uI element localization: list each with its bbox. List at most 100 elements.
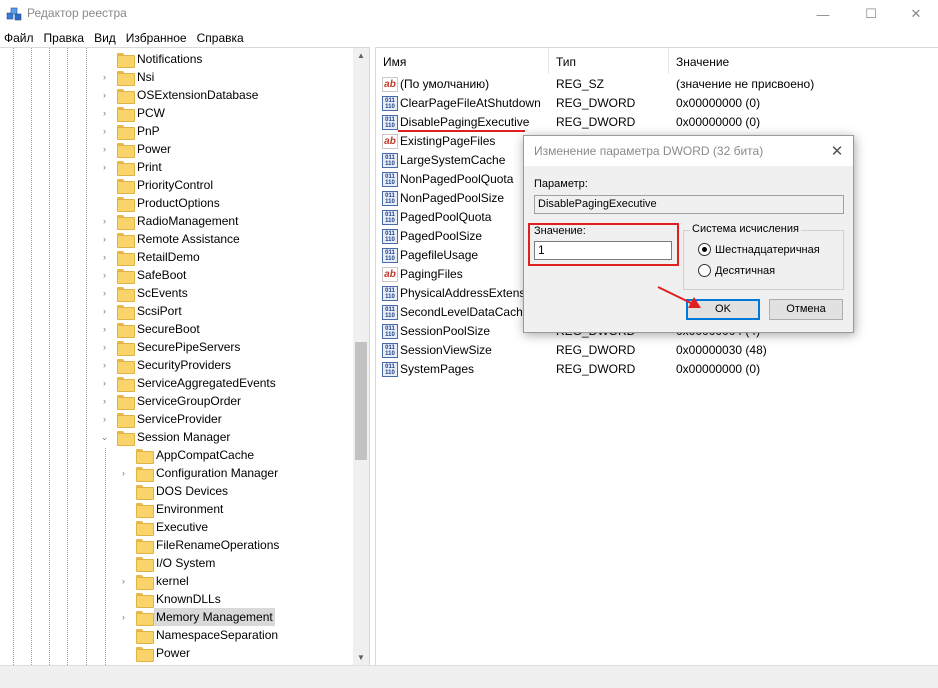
- value-type: REG_DWORD: [556, 362, 636, 376]
- value-data: 0x00000030 (48): [676, 343, 767, 357]
- tree-item[interactable]: › Configuration Manager: [0, 464, 350, 482]
- chevron-right-icon[interactable]: ›: [100, 356, 109, 374]
- tree-item[interactable]: FileRenameOperations: [0, 536, 350, 554]
- tree-vertical-scrollbar[interactable]: ▲ ▼: [353, 48, 369, 665]
- tree-item[interactable]: › ServiceProvider: [0, 410, 350, 428]
- radio-dec[interactable]: Десятичная: [698, 264, 775, 277]
- key-tree-pane[interactable]: Notifications › Nsi › OSExtensionDatabase › PC…: [0, 47, 370, 665]
- tree-item[interactable]: NamespaceSeparation: [0, 626, 350, 644]
- tree-item[interactable]: › ScEvents: [0, 284, 350, 302]
- tree-item[interactable]: › ServiceAggregatedEvents: [0, 374, 350, 392]
- tree-item[interactable]: PriorityControl: [0, 176, 350, 194]
- radio-hex-circle[interactable]: [698, 243, 711, 256]
- tree-item[interactable]: Environment: [0, 500, 350, 518]
- registry-app-icon: [6, 7, 22, 21]
- list-item[interactable]: 011 110 SessionViewSize REG_DWORD 0x00000030…: [376, 341, 938, 360]
- chevron-right-icon[interactable]: ›: [100, 320, 109, 338]
- chevron-right-icon[interactable]: ›: [100, 302, 109, 320]
- chevron-right-icon[interactable]: ›: [100, 68, 109, 86]
- value-name: SessionViewSize: [400, 343, 492, 357]
- column-value[interactable]: Значение: [669, 48, 938, 74]
- list-item[interactable]: ab (По умолчанию) REG_SZ (значение не присв…: [376, 75, 938, 94]
- maximize-button[interactable]: ☐: [848, 0, 894, 28]
- folder-icon: [117, 413, 135, 428]
- scroll-up-arrow-icon[interactable]: ▲: [353, 48, 369, 64]
- chevron-right-icon[interactable]: ›: [100, 212, 109, 230]
- menu-edit[interactable]: Правка: [39, 28, 90, 48]
- tree-item[interactable]: Executive: [0, 518, 350, 536]
- value-data: 0x00000000 (0): [676, 362, 761, 376]
- list-item[interactable]: 011 110 ClearPageFileAtShutdown REG_DWORD 0x…: [376, 94, 938, 113]
- menu-view[interactable]: Вид: [89, 28, 121, 48]
- chevron-right-icon[interactable]: ›: [100, 248, 109, 266]
- radio-hex[interactable]: Шестнадцатеричная: [698, 243, 820, 256]
- chevron-right-icon[interactable]: ›: [119, 608, 128, 626]
- scroll-thumb[interactable]: [355, 342, 367, 460]
- menu-help[interactable]: Справка: [192, 28, 249, 48]
- chevron-right-icon[interactable]: ›: [100, 266, 109, 284]
- chevron-right-icon[interactable]: ›: [100, 230, 109, 248]
- tree-item[interactable]: ⌄ Session Manager: [0, 428, 350, 446]
- tree-item-label: FileRenameOperations: [156, 538, 280, 552]
- chevron-right-icon[interactable]: ›: [100, 158, 109, 176]
- value-name: (По умолчанию): [400, 77, 490, 91]
- tree-item[interactable]: › PCW: [0, 104, 350, 122]
- chevron-right-icon[interactable]: ›: [119, 464, 128, 482]
- tree-item[interactable]: DOS Devices: [0, 482, 350, 500]
- folder-icon: [136, 449, 154, 464]
- tree-item[interactable]: ProductOptions: [0, 194, 350, 212]
- tree-item[interactable]: › PnP: [0, 122, 350, 140]
- chevron-right-icon[interactable]: ›: [100, 410, 109, 428]
- radio-dec-circle[interactable]: [698, 264, 711, 277]
- menu-file[interactable]: Файл: [0, 28, 39, 48]
- chevron-right-icon[interactable]: ›: [100, 104, 109, 122]
- chevron-right-icon[interactable]: ›: [100, 338, 109, 356]
- value-data: 0x00000000 (0): [676, 115, 761, 129]
- tree-item[interactable]: › Print: [0, 158, 350, 176]
- tree-item[interactable]: › Remote Assistance: [0, 230, 350, 248]
- tree-item[interactable]: AppCompatCache: [0, 446, 350, 464]
- chevron-right-icon[interactable]: ›: [100, 374, 109, 392]
- tree-item[interactable]: › kernel: [0, 572, 350, 590]
- minimize-button[interactable]: —: [800, 0, 846, 28]
- dialog-close-icon[interactable]: ✕: [828, 142, 846, 160]
- chevron-right-icon[interactable]: ›: [100, 284, 109, 302]
- folder-icon: [117, 179, 135, 194]
- list-item[interactable]: 011 110 DisablePagingExecutive REG_DWORD 0x0…: [376, 113, 938, 132]
- cancel-button[interactable]: Отмена: [769, 299, 843, 320]
- tree-item[interactable]: › ScsiPort: [0, 302, 350, 320]
- chevron-down-icon[interactable]: ⌄: [100, 428, 109, 446]
- column-type[interactable]: Тип: [549, 48, 669, 74]
- tree-item[interactable]: › SecurityProviders: [0, 356, 350, 374]
- tree-item[interactable]: › SafeBoot: [0, 266, 350, 284]
- tree-item[interactable]: Power: [0, 644, 350, 662]
- tree-item[interactable]: › ServiceGroupOrder: [0, 392, 350, 410]
- tree-item-label: PriorityControl: [137, 178, 214, 192]
- tree-item[interactable]: I/O System: [0, 554, 350, 572]
- chevron-right-icon[interactable]: ›: [119, 572, 128, 590]
- tree-item[interactable]: › RetailDemo: [0, 248, 350, 266]
- tree-item-label: Memory Management: [154, 608, 275, 626]
- tree-item[interactable]: › OSExtensionDatabase: [0, 86, 350, 104]
- scroll-down-arrow-icon[interactable]: ▼: [353, 650, 369, 665]
- chevron-right-icon[interactable]: ›: [100, 86, 109, 104]
- tree-item[interactable]: Notifications: [0, 50, 350, 68]
- chevron-right-icon[interactable]: ›: [100, 392, 109, 410]
- tree-item[interactable]: › SecurePipeServers: [0, 338, 350, 356]
- value-name: SystemPages: [400, 362, 475, 376]
- chevron-right-icon[interactable]: ›: [100, 140, 109, 158]
- tree-item[interactable]: › Nsi: [0, 68, 350, 86]
- tree-item[interactable]: › Memory Management: [0, 608, 350, 626]
- column-name[interactable]: Имя: [376, 48, 549, 74]
- tree-item[interactable]: › SecureBoot: [0, 320, 350, 338]
- tree-item-label: Environment: [156, 502, 224, 516]
- tree-item[interactable]: › RadioManagement: [0, 212, 350, 230]
- tree-item-label: RadioManagement: [137, 214, 239, 228]
- close-button[interactable]: ✕: [893, 0, 938, 28]
- menu-favorites[interactable]: Избранное: [121, 28, 192, 48]
- chevron-right-icon[interactable]: ›: [100, 122, 109, 140]
- string-value-icon: ab: [382, 134, 398, 149]
- tree-item[interactable]: › Power: [0, 140, 350, 158]
- list-item[interactable]: 011 110 SystemPages REG_DWORD 0x00000000 (0): [376, 360, 938, 379]
- tree-item[interactable]: KnownDLLs: [0, 590, 350, 608]
